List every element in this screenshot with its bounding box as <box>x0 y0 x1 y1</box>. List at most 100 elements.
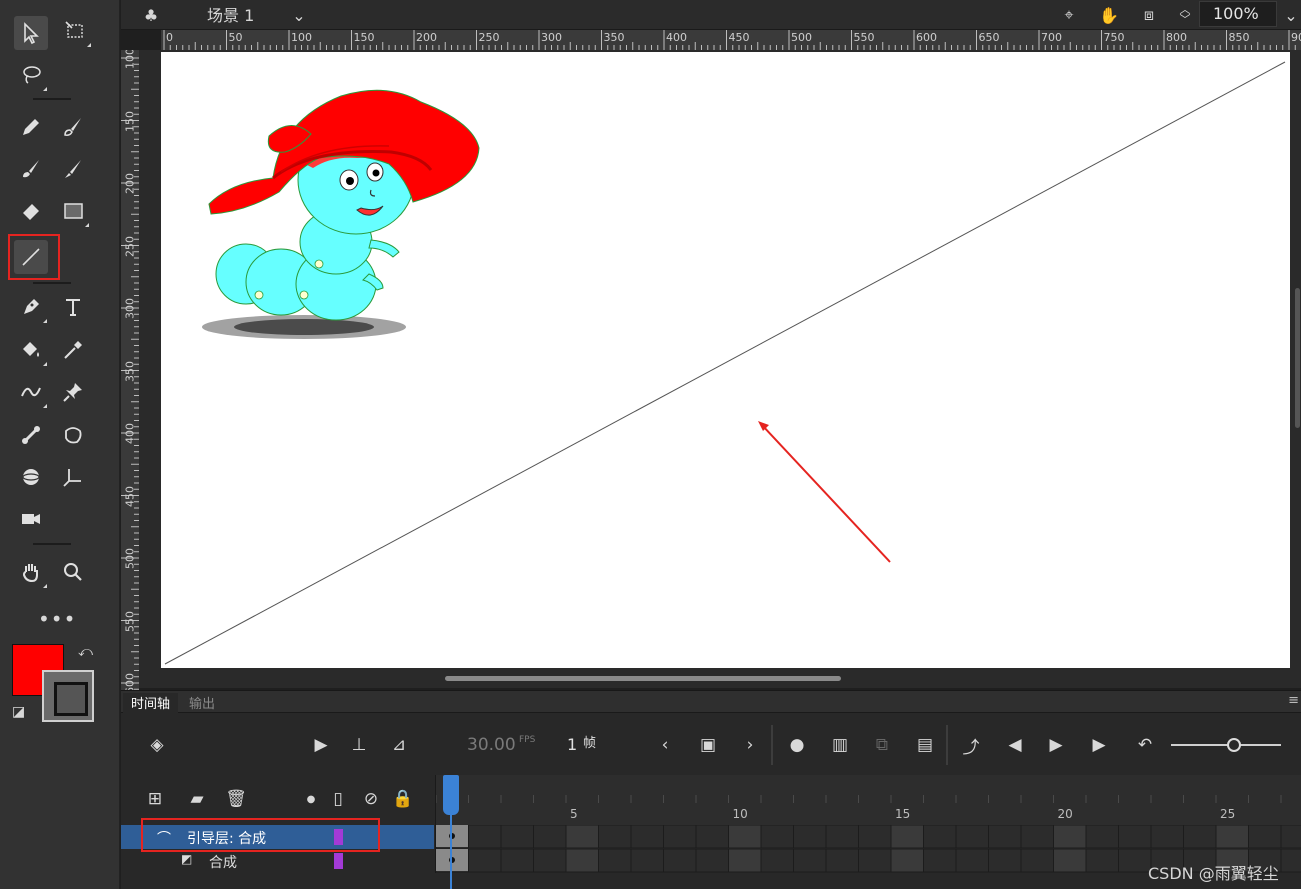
frame-cell[interactable] <box>565 849 599 873</box>
frame-cell[interactable] <box>728 849 762 873</box>
horizontal-scrollbar[interactable] <box>445 676 841 681</box>
selection-tool-icon[interactable] <box>14 16 48 50</box>
clip-content-icon[interactable]: ⧈ <box>1137 3 1161 27</box>
loop-playback-icon[interactable]: ⤴ <box>957 731 985 759</box>
hand-tool-icon[interactable] <box>14 555 48 589</box>
fps-value[interactable]: 30.00 <box>467 735 516 755</box>
frame-cell[interactable] <box>1020 849 1054 873</box>
frame-cell[interactable] <box>1053 849 1087 873</box>
stage-canvas[interactable] <box>161 52 1290 668</box>
frame-cell[interactable] <box>1118 849 1152 873</box>
insert-frame-icon[interactable]: ▤ <box>911 731 939 759</box>
paint-brush-tool-icon[interactable] <box>56 110 90 144</box>
frame-cell[interactable] <box>630 825 664 849</box>
more-tools-icon[interactable]: ••• <box>38 607 76 631</box>
frame-cell[interactable] <box>695 849 729 873</box>
frame-zoom-slider-track[interactable] <box>1171 744 1281 746</box>
layer-color-tag[interactable] <box>334 853 343 869</box>
pin-tool-icon[interactable] <box>56 375 90 409</box>
highlight-layers-icon[interactable]: ● <box>297 785 325 813</box>
new-layer-icon[interactable]: ⊞ <box>141 785 169 813</box>
free-transform-tool-icon[interactable] <box>58 14 92 48</box>
camera-tool-icon[interactable] <box>14 502 48 536</box>
next-keyframe-icon[interactable]: › <box>736 731 764 759</box>
frame-cell[interactable] <box>468 825 502 849</box>
current-frame-number[interactable]: 1 <box>567 735 577 754</box>
frame-cell[interactable] <box>598 849 632 873</box>
playhead[interactable] <box>443 775 459 815</box>
frame-cell[interactable] <box>1085 849 1119 873</box>
frame-cell[interactable] <box>1150 825 1184 849</box>
stroke-color-swatch[interactable] <box>42 670 94 722</box>
layer-depth-icon[interactable]: ⊿ <box>385 731 413 759</box>
frame-cell[interactable] <box>1053 825 1087 849</box>
frame-cell[interactable] <box>533 849 567 873</box>
frame-cell[interactable] <box>1118 825 1152 849</box>
zoom-input[interactable]: 100% <box>1199 1 1277 27</box>
asset-warp-tool-icon[interactable] <box>56 418 90 452</box>
frame-cell[interactable] <box>1280 825 1301 849</box>
frame-cell[interactable] <box>858 825 892 849</box>
zoom-tool-icon[interactable] <box>56 555 90 589</box>
outline-layers-icon[interactable]: ▯ <box>324 785 352 813</box>
fluid-brush-tool-icon[interactable] <box>56 152 90 186</box>
rectangle-tool-icon[interactable] <box>56 194 90 228</box>
eyedropper-tool-icon[interactable] <box>56 333 90 367</box>
swap-colors-icon[interactable]: ⤺ <box>78 644 93 660</box>
frame-cell[interactable] <box>858 849 892 873</box>
frame-cell[interactable] <box>630 849 664 873</box>
frame-cell[interactable] <box>663 849 697 873</box>
center-stage-icon[interactable]: ⌖ <box>1057 3 1081 27</box>
tab-timeline[interactable]: 时间轴 <box>123 693 179 713</box>
frame-cell[interactable] <box>923 849 957 873</box>
3d-translation-tool-icon[interactable] <box>56 460 90 494</box>
zoom-dropdown-chevron-icon[interactable]: ⌄ <box>1279 3 1301 27</box>
frame-cell[interactable] <box>988 849 1022 873</box>
frame-cell[interactable] <box>1020 825 1054 849</box>
frame-ruler[interactable]: 5 10 15 20 25 <box>435 775 1301 825</box>
frame-cell[interactable] <box>1183 825 1217 849</box>
tab-output[interactable]: 输出 <box>181 693 223 713</box>
eraser-tool-icon[interactable] <box>14 194 48 228</box>
vertical-scrollbar[interactable] <box>1295 288 1300 428</box>
frame-cell[interactable] <box>890 825 924 849</box>
frame-cell[interactable] <box>825 825 859 849</box>
panel-menu-icon[interactable]: ≡ <box>1288 693 1299 708</box>
frame-cell[interactable] <box>728 825 762 849</box>
keyframe[interactable] <box>436 825 468 847</box>
frame-cell[interactable] <box>955 825 989 849</box>
delete-layer-icon[interactable]: 🗑 <box>222 785 250 813</box>
caterpillar-character[interactable] <box>202 89 480 339</box>
pen-tool-icon[interactable] <box>14 290 48 324</box>
frame-cell[interactable] <box>1248 825 1282 849</box>
step-back-icon[interactable]: ◀ <box>1001 731 1029 759</box>
width-tool-icon[interactable] <box>14 375 48 409</box>
frame-cell[interactable] <box>1280 849 1301 873</box>
new-folder-icon[interactable]: ▰ <box>183 785 211 813</box>
camera-toggle-icon[interactable]: ▶ <box>307 731 335 759</box>
previous-keyframe-icon[interactable]: ‹ <box>651 731 679 759</box>
undo-icon[interactable]: ↶ <box>1131 731 1159 759</box>
layer-row-composite[interactable]: ◩ 合成 <box>121 849 434 873</box>
lasso-tool-icon[interactable] <box>14 58 48 92</box>
frame-cell[interactable] <box>598 825 632 849</box>
play-icon[interactable]: ▶ <box>1042 731 1070 759</box>
keyframe[interactable] <box>436 849 468 871</box>
pencil-tool-icon[interactable] <box>14 110 48 144</box>
frame-cell[interactable] <box>988 825 1022 849</box>
paint-bucket-tool-icon[interactable] <box>14 333 48 367</box>
default-colors-icon[interactable]: ◪ <box>12 704 25 720</box>
frame-cell[interactable] <box>533 825 567 849</box>
frame-cell[interactable] <box>500 849 534 873</box>
frame-cell[interactable] <box>760 825 794 849</box>
frame-cell[interactable] <box>955 849 989 873</box>
frame-cell[interactable] <box>565 825 599 849</box>
onion-skin-icon[interactable]: ● <box>783 731 811 759</box>
insert-keyframe-icon[interactable]: ▣ <box>694 731 722 759</box>
frame-cell[interactable] <box>890 849 924 873</box>
frame-cell[interactable] <box>793 849 827 873</box>
brush-tool-icon[interactable] <box>14 152 48 186</box>
scene-club-icon[interactable]: ♣ <box>139 3 163 27</box>
frames-row-guide[interactable] <box>435 825 1301 849</box>
frame-cell[interactable] <box>793 825 827 849</box>
